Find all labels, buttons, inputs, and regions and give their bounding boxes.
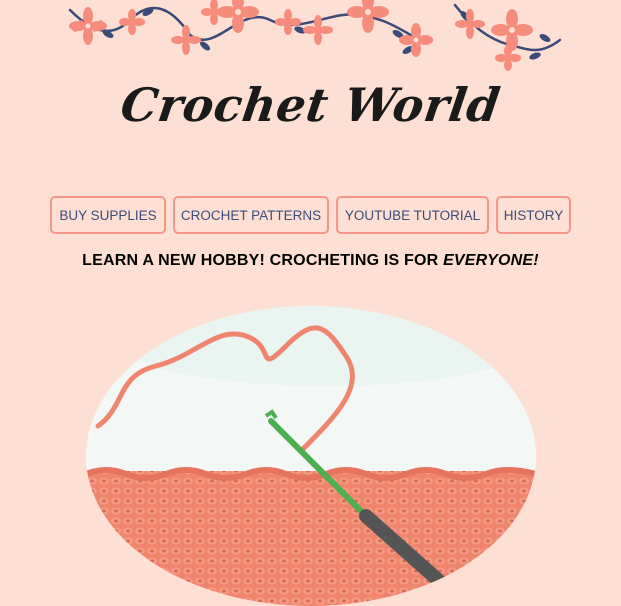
crochet-hook-yarn-image xyxy=(86,306,536,606)
nav-history-button[interactable]: HISTORY xyxy=(496,196,571,234)
site-logo[interactable]: Crochet World xyxy=(0,78,621,132)
tagline-emphasis: EVERYONE! xyxy=(443,252,539,269)
tagline: LEARN A NEW HOBBY! CROCHETING IS FOR EVE… xyxy=(0,252,621,270)
flower-vine-icon xyxy=(68,0,562,71)
nav-crochet-patterns-button[interactable]: CROCHET PATTERNS xyxy=(173,196,329,234)
tagline-text: LEARN A NEW HOBBY! CROCHETING IS FOR xyxy=(82,252,444,269)
nav-youtube-tutorial-button[interactable]: YOUTUBE TUTORIAL xyxy=(336,196,489,234)
nav-buy-supplies-button[interactable]: BUY SUPPLIES xyxy=(50,196,166,234)
